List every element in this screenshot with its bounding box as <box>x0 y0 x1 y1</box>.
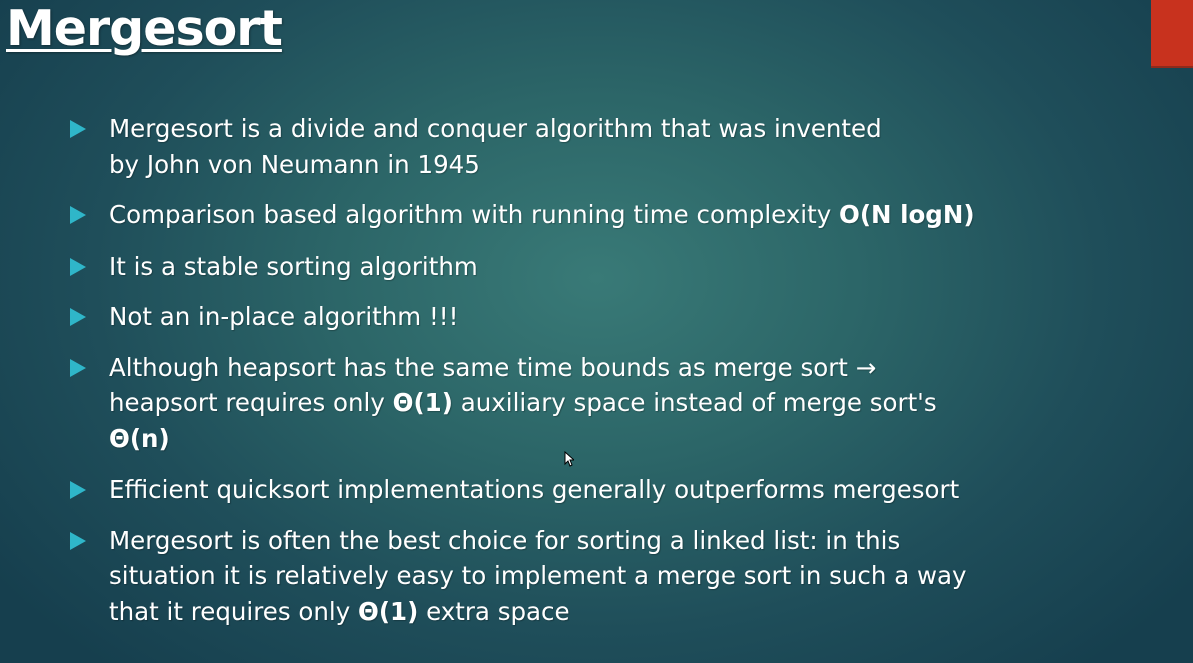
bullet-list: Mergesort is a divide and conquer algori… <box>70 111 1150 629</box>
bullet-item-7: Mergesort is often the best choice for s… <box>70 523 1150 630</box>
bullet-5-line-1: Although heapsort has the same time boun… <box>109 352 877 382</box>
accent-rule <box>1151 66 1193 68</box>
bullet-6-text: Efficient quicksort implementations gene… <box>109 475 960 504</box>
bullet-item-5: Although heapsort has the same time boun… <box>70 350 1150 457</box>
triangle-right-icon <box>70 257 86 276</box>
bullet-7-theta-1: Θ(1) <box>358 596 419 626</box>
accent-bar <box>1151 0 1193 66</box>
triangle-right-icon <box>70 308 86 326</box>
slide: Mergesort Mergesort is a divide and conq… <box>0 0 1193 663</box>
bullet-7-line-2: situation it is relatively easy to imple… <box>109 561 967 590</box>
bullet-5-theta-n: Θ(n) <box>109 423 170 453</box>
bullet-item-2: Comparison based algorithm with running … <box>70 197 1150 233</box>
triangle-right-icon <box>70 358 86 377</box>
bullet-5-line-2-post: auxiliary space instead of merge sort's <box>452 388 937 417</box>
bullet-4-text: Not an in-place algorithm !!! <box>109 302 459 331</box>
triangle-right-icon <box>70 481 86 499</box>
slide-title: Mergesort <box>6 0 283 57</box>
triangle-right-icon <box>70 531 86 550</box>
bullet-3-text: It is a stable sorting algorithm <box>109 251 478 281</box>
bullet-5-line-2-pre: heapsort requires only <box>109 388 393 417</box>
triangle-right-icon <box>70 120 86 138</box>
bullet-7-line-3-post: extra space <box>418 596 570 626</box>
bullet-2-text: Comparison based algorithm with running … <box>109 200 840 229</box>
bullet-1-line-2: by John von Neumann in 1945 <box>109 149 480 179</box>
bullet-7-line-3-pre: that it requires only <box>109 596 359 626</box>
bullet-7-line-1: Mergesort is often the best choice for s… <box>109 525 901 555</box>
bullet-2-complexity: O(N logN) <box>839 200 975 229</box>
bullet-5-theta-1: Θ(1) <box>392 388 453 417</box>
bullet-item-3: It is a stable sorting algorithm <box>70 249 1150 285</box>
triangle-right-icon <box>70 206 86 224</box>
bullet-item-4: Not an in-place algorithm !!! <box>70 299 1150 335</box>
bullet-item-1: Mergesort is a divide and conquer algori… <box>70 111 1150 182</box>
bullet-item-6: Efficient quicksort implementations gene… <box>70 472 1150 508</box>
bullet-1-line-1: Mergesort is a divide and conquer algori… <box>109 114 882 143</box>
